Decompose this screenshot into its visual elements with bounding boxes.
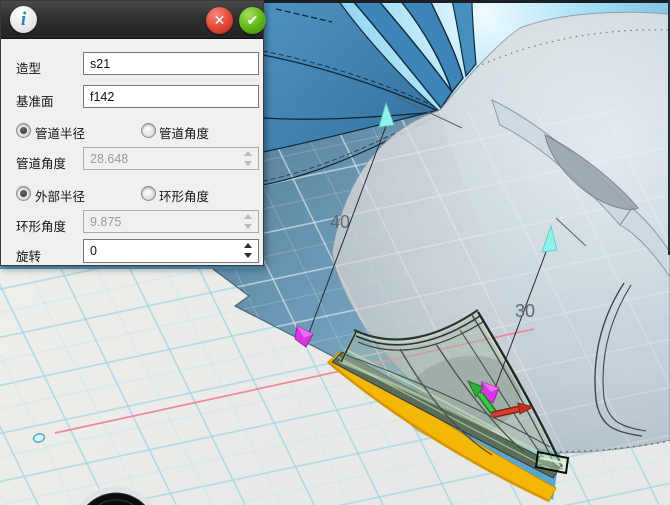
pipe-angle-label: 管道角度 <box>16 153 66 172</box>
dimension-30-label: 30 <box>515 301 535 321</box>
pipe-angle-input <box>83 147 259 170</box>
datum-input[interactable] <box>83 85 259 108</box>
datum-field-wrap <box>83 85 259 108</box>
radio-pipe-radius[interactable] <box>16 123 31 138</box>
parameter-dialog: i ✕ ✔ 造型 基准面 管道半径 管道角度 管道角度 外部半径 环形角度 环形… <box>0 0 264 266</box>
viewport-top-edge <box>263 0 670 3</box>
radio-pipe-angle-label: 管道角度 <box>159 123 209 142</box>
confirm-button[interactable]: ✔ <box>239 7 266 34</box>
dialog-titlebar: i ✕ ✔ <box>1 1 263 39</box>
rotation-spinner[interactable] <box>244 242 255 259</box>
dimension-40-label: 40 <box>330 212 350 232</box>
rotation-label: 旋转 <box>16 246 41 265</box>
shape-label: 造型 <box>16 58 41 77</box>
pipe-angle-spinner <box>244 150 255 167</box>
radio-ring-angle-label: 环形角度 <box>159 186 209 205</box>
ring-angle-input <box>83 210 259 233</box>
ring-angle-label: 环形角度 <box>16 216 66 235</box>
application-window: 40 30 i ✕ ✔ 造型 <box>0 0 670 505</box>
shape-input[interactable] <box>83 52 259 75</box>
ring-angle-field-wrap <box>83 210 259 233</box>
cancel-button[interactable]: ✕ <box>206 7 233 34</box>
radio-ring-angle[interactable] <box>141 186 156 201</box>
radio-outer-radius[interactable] <box>16 186 31 201</box>
info-icon: i <box>10 6 37 33</box>
rotation-field-wrap <box>83 239 259 263</box>
pipe-angle-field-wrap <box>83 147 259 170</box>
datum-label: 基准面 <box>16 91 54 110</box>
ring-angle-spinner <box>244 213 255 230</box>
radio-pipe-angle[interactable] <box>141 123 156 138</box>
rotation-input[interactable] <box>83 239 259 263</box>
radio-pipe-radius-label: 管道半径 <box>35 123 85 142</box>
radio-outer-radius-label: 外部半径 <box>35 186 85 205</box>
shape-field-wrap <box>83 52 259 75</box>
